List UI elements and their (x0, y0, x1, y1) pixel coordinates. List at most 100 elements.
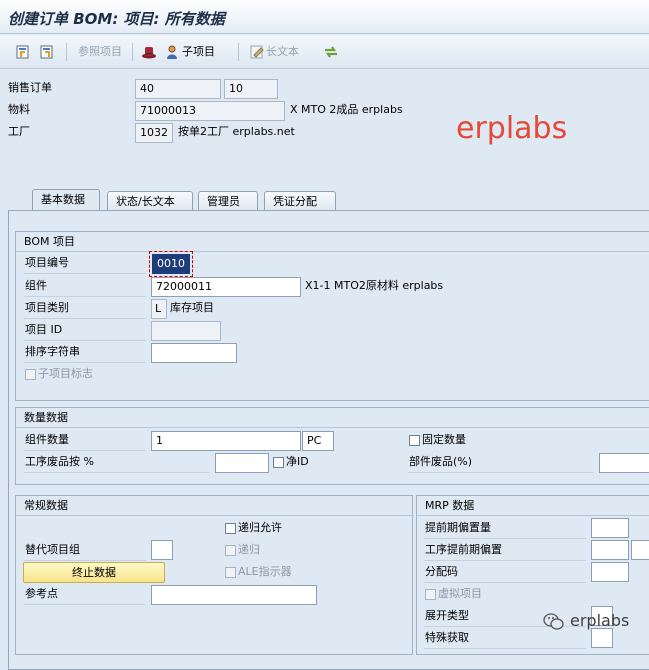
item-category-label: 项目类别 (25, 301, 69, 314)
sub-item-icon[interactable] (165, 44, 181, 60)
label-underline (24, 273, 146, 274)
recursive-label: 递归 (238, 543, 260, 556)
phantom-item-checkbox[interactable] (425, 589, 436, 600)
group-divider (16, 427, 649, 428)
component-quantity-label: 组件数量 (25, 433, 69, 446)
lead-time-offset-field[interactable] (591, 518, 629, 538)
ale-indicator-checkbox[interactable] (225, 567, 236, 578)
mrp-data-group-title: MRP 数据 (425, 499, 475, 512)
operation-scrap-field[interactable] (215, 453, 269, 473)
component-scrap-label: 部件废品(%) (409, 455, 473, 468)
ale-indicator-label: ALE指示器 (238, 565, 292, 578)
label-underline (424, 582, 586, 583)
wechat-watermark-text: erplabs (570, 611, 630, 630)
operation-lead-time-offset-field[interactable] (591, 540, 629, 560)
toolbar-separator (238, 43, 239, 61)
sub-item-button[interactable]: 子项目 (182, 44, 215, 60)
material-description: X MTO 2成品 erplabs (290, 103, 403, 116)
sales-order-label: 销售订单 (8, 81, 52, 94)
reference-item-button[interactable]: 参照项目 (78, 44, 122, 60)
distribution-key-label: 分配码 (425, 565, 458, 578)
recursive-allowed-label: 递归允许 (238, 521, 282, 534)
group-divider (16, 251, 649, 252)
fixed-quantity-checkbox[interactable] (409, 435, 420, 446)
component-description: X1-1 MTO2原材料 erplabs (305, 279, 444, 292)
wechat-icon (543, 612, 565, 635)
reference-point-label: 参考点 (25, 587, 58, 600)
long-text-button[interactable]: 长文本 (266, 44, 299, 60)
plant-field[interactable]: 1032 (135, 123, 173, 143)
item-id-label: 项目 ID (25, 323, 63, 336)
alternative-group-field[interactable] (151, 540, 173, 560)
component-field[interactable]: 72000011 (151, 277, 301, 297)
tab-administration[interactable]: 管理员 (198, 191, 258, 211)
fixed-quantity-label: 固定数量 (422, 433, 466, 446)
label-underline (24, 450, 146, 451)
window-title: 创建订单 BOM: 项目: 所有数据 (8, 10, 225, 28)
item-category-field[interactable]: L (151, 299, 167, 319)
distribution-key-field[interactable] (591, 562, 629, 582)
previous-item-icon[interactable] (15, 44, 31, 60)
recursive-allowed-checkbox[interactable] (225, 523, 236, 534)
recursive-checkbox[interactable] (225, 545, 236, 556)
title-bar: 创建订单 BOM: 项目: 所有数据 (0, 0, 649, 34)
hat-icon[interactable] (141, 44, 157, 60)
reference-point-field[interactable] (151, 585, 317, 605)
application-toolbar: 参照项目 子项目 长文本 (0, 35, 649, 69)
tab-basic-data[interactable]: 基本数据 (32, 189, 100, 211)
item-number-field[interactable]: 0010 (149, 251, 193, 277)
sales-order-item-field[interactable]: 10 (224, 79, 278, 99)
group-divider (417, 515, 649, 516)
unit-field[interactable]: PC (302, 431, 334, 451)
label-underline (424, 648, 586, 649)
net-id-checkbox[interactable] (273, 457, 284, 468)
toolbar-separator (66, 43, 67, 61)
tab-document-assignment[interactable]: 凭证分配 (264, 191, 336, 211)
sub-item-flag-checkbox[interactable] (25, 369, 36, 380)
label-underline (24, 318, 146, 319)
label-underline (424, 538, 586, 539)
item-number-label: 项目编号 (25, 256, 69, 269)
item-id-field[interactable] (151, 321, 221, 341)
component-label: 组件 (25, 279, 47, 292)
bom-item-group-title: BOM 项目 (24, 235, 75, 248)
label-underline (424, 560, 586, 561)
toolbar-separator (132, 43, 133, 61)
label-underline (24, 296, 146, 297)
item-category-description: 库存项目 (170, 301, 214, 314)
material-field[interactable]: 71000013 (135, 101, 285, 121)
quantity-data-group-title: 数量数据 (24, 411, 68, 424)
label-underline (24, 362, 146, 363)
label-underline (24, 340, 146, 341)
material-label: 物料 (8, 103, 30, 116)
special-procurement-label: 特殊获取 (425, 631, 469, 644)
label-underline (408, 472, 594, 473)
switch-arrows-icon[interactable] (323, 44, 339, 60)
operation-lead-time-offset-label: 工序提前期偏置 (425, 543, 502, 556)
tab-status-long-text[interactable]: 状态/长文本 (107, 191, 193, 211)
next-item-icon[interactable] (39, 44, 55, 60)
sales-order-field[interactable]: 40 (135, 79, 221, 99)
end-data-button[interactable]: 终止数据 (23, 562, 165, 583)
explosion-type-label: 展开类型 (425, 609, 469, 622)
alternative-group-label: 替代项目组 (25, 543, 80, 556)
general-data-group-title: 常规数据 (24, 499, 68, 512)
special-procurement-field[interactable] (591, 628, 613, 648)
operation-lead-time-unit-field[interactable] (631, 540, 649, 560)
label-underline (24, 604, 146, 605)
net-id-label: 净ID (286, 455, 309, 468)
sort-string-label: 排序字符串 (25, 345, 80, 358)
group-divider (16, 515, 414, 516)
label-underline (24, 560, 146, 561)
sort-string-field[interactable] (151, 343, 237, 363)
label-underline (24, 472, 210, 473)
sub-item-flag-label: 子项目标志 (38, 367, 93, 380)
lead-time-offset-label: 提前期偏置量 (425, 521, 491, 534)
bom-item-group: BOM 项目 (15, 231, 649, 401)
plant-description: 按单2工厂 erplabs.net (178, 125, 295, 138)
component-scrap-field[interactable] (599, 453, 649, 473)
plant-label: 工厂 (8, 125, 30, 138)
component-quantity-field[interactable]: 1 (151, 431, 301, 451)
long-text-icon[interactable] (249, 44, 265, 60)
operation-scrap-label: 工序废品按 % (25, 455, 94, 468)
